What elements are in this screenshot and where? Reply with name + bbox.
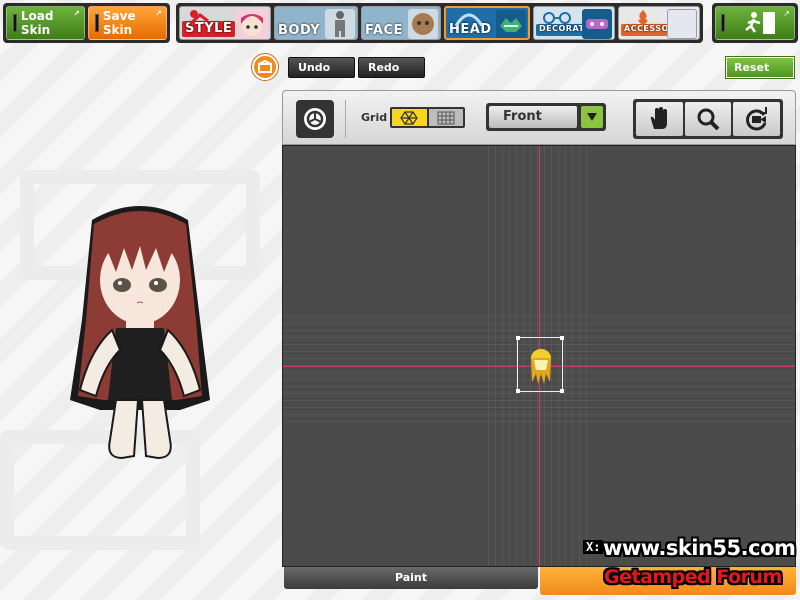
square-grid-button[interactable] bbox=[428, 109, 463, 126]
decoration-thumbnail bbox=[582, 9, 612, 39]
accessory-thumbnail bbox=[667, 9, 697, 39]
exit-group: ↗ bbox=[712, 3, 798, 43]
editor-toolbar: Grid Front bbox=[282, 90, 796, 145]
tab-paint[interactable]: Paint bbox=[284, 567, 538, 589]
view-select-value: Front bbox=[489, 106, 577, 128]
top-toolbar: Load Skin ↗ Save Skin ↗ STYLE BODY FACE … bbox=[0, 0, 800, 46]
face-icon bbox=[412, 13, 434, 35]
tab-head[interactable]: HEAD bbox=[444, 6, 530, 40]
selected-part-bounds[interactable] bbox=[516, 336, 564, 393]
indicator-bar bbox=[95, 14, 99, 32]
reset-button[interactable]: Reset bbox=[726, 57, 794, 78]
edit-canvas[interactable]: X: bbox=[282, 145, 796, 567]
square-grid-icon bbox=[437, 111, 455, 124]
tab-accessory[interactable]: ACCESSORY bbox=[618, 6, 700, 40]
view-tools bbox=[633, 99, 783, 139]
save-skin-button[interactable]: Save Skin ↗ bbox=[88, 6, 167, 40]
coordinate-readout: X: bbox=[583, 540, 604, 554]
toolbar-divider bbox=[345, 100, 346, 138]
grid-label: Grid bbox=[361, 111, 388, 124]
box-icon bbox=[258, 60, 272, 73]
skin-file-group: Load Skin ↗ Save Skin ↗ bbox=[3, 3, 170, 43]
head-gear-icon bbox=[500, 18, 522, 32]
hand-icon bbox=[651, 107, 668, 129]
character-figure bbox=[70, 206, 210, 460]
decoration-mask-icon bbox=[586, 19, 608, 29]
external-arrow-icon: ↗ bbox=[155, 9, 162, 18]
pan-tool-button[interactable] bbox=[636, 102, 683, 136]
exit-running-man-icon bbox=[745, 12, 775, 34]
resize-handle[interactable] bbox=[560, 389, 564, 393]
camera-reset-button[interactable] bbox=[733, 102, 781, 136]
external-arrow-icon: ↗ bbox=[73, 9, 80, 18]
style-thumbnail bbox=[236, 9, 268, 39]
body-thumbnail bbox=[325, 9, 355, 39]
style-figure-icon bbox=[188, 10, 209, 25]
tab-decoration[interactable]: DECORATION bbox=[533, 6, 615, 40]
camera-rotate-icon bbox=[745, 107, 767, 131]
resize-handle[interactable] bbox=[516, 336, 520, 340]
exit-button[interactable]: ↗ bbox=[715, 6, 795, 40]
glasses-icon bbox=[543, 12, 571, 24]
redo-button[interactable]: Redo bbox=[358, 57, 425, 78]
zoom-tool-button[interactable] bbox=[684, 102, 732, 136]
grid-toggle bbox=[390, 107, 465, 128]
tab-face-label: FACE bbox=[365, 23, 403, 38]
load-skin-button[interactable]: Load Skin ↗ bbox=[6, 6, 85, 40]
watermark-url: www.skin55.com bbox=[603, 536, 796, 560]
tab-face[interactable]: FACE bbox=[361, 6, 441, 40]
watermark-forum: Getamped Forum bbox=[604, 566, 782, 588]
chevron-down-icon[interactable] bbox=[581, 106, 603, 128]
tab-style[interactable]: STYLE bbox=[179, 6, 271, 40]
resize-handle[interactable] bbox=[560, 336, 564, 340]
resize-handle[interactable] bbox=[516, 389, 520, 393]
rotate-icon bbox=[304, 108, 326, 130]
indicator-bar bbox=[13, 14, 17, 32]
head-part-model bbox=[531, 349, 551, 384]
undo-button[interactable]: Undo bbox=[288, 57, 355, 78]
tab-body-label: BODY bbox=[278, 23, 321, 38]
character-preview[interactable] bbox=[60, 200, 220, 470]
hex-grid-icon bbox=[400, 110, 418, 125]
character-face-icon bbox=[241, 14, 263, 36]
hex-grid-button[interactable] bbox=[392, 109, 427, 126]
head-thumbnail bbox=[496, 10, 526, 38]
indicator-bar bbox=[721, 14, 725, 32]
history-icon bbox=[252, 54, 278, 80]
accessory-flame-icon bbox=[638, 10, 648, 25]
head-shape-icon bbox=[454, 13, 484, 26]
face-thumbnail bbox=[408, 9, 438, 39]
search-icon bbox=[697, 108, 720, 131]
body-figure-icon bbox=[335, 11, 345, 37]
category-tabs: STYLE BODY FACE HEAD DECORATION ACCESSOR… bbox=[176, 3, 703, 43]
rotate-view-button[interactable] bbox=[296, 100, 334, 138]
view-select[interactable]: Front bbox=[486, 103, 606, 131]
external-arrow-icon: ↗ bbox=[783, 9, 790, 18]
tab-body[interactable]: BODY bbox=[274, 6, 358, 40]
